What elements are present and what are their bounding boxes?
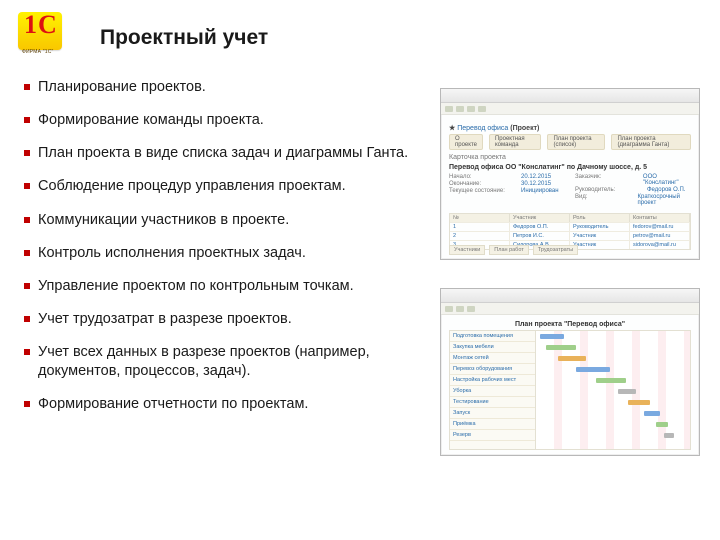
field-row: Руководитель:Федоров О.П. — [575, 187, 691, 193]
tab: План проекта (диаграмма Ганта) — [611, 134, 691, 150]
gantt-bar — [628, 400, 650, 405]
page-title: Проектный учет — [100, 26, 268, 50]
gantt-grid: Подготовка помещенияЗакупка мебелиМонтаж… — [449, 330, 691, 450]
window-toolbar — [441, 103, 699, 115]
bullet-item: Соблюдение процедур управления проектам. — [24, 177, 414, 196]
gantt-bar — [618, 389, 636, 394]
bullet-item: Учет всех данных в разрезе проектов (нап… — [24, 343, 414, 381]
gantt-task: Настройка рабочих мест — [450, 375, 535, 386]
logo-letter: С — [38, 10, 57, 40]
field-row: Вид:Краткосрочный проект — [575, 194, 691, 206]
gantt-bar — [596, 378, 626, 383]
project-heading-name: Перевод офиса — [457, 125, 508, 132]
window-toolbar — [441, 303, 699, 315]
screenshot-project-card: ★ Перевод офиса (Проект) О проекте Проек… — [440, 88, 700, 260]
window-titlebar — [441, 89, 699, 103]
gantt-task: Тестирование — [450, 397, 535, 408]
project-heading: ★ Перевод офиса (Проект) — [449, 124, 691, 132]
gantt-task: Перевоз оборудования — [450, 364, 535, 375]
gantt-bar — [558, 356, 586, 361]
gantt-task: Монтаж сетей — [450, 353, 535, 364]
tab: План проекта (список) — [547, 134, 605, 150]
gantt-task: Резерв — [450, 430, 535, 441]
tab: О проекте — [449, 134, 483, 150]
subheading: Карточка проекта — [449, 154, 691, 161]
bullet-list: Планирование проектов. Формирование кома… — [24, 78, 414, 428]
bullet-item: Коммуникации участников в проекте. — [24, 211, 414, 230]
gantt-task-list: Подготовка помещенияЗакупка мебелиМонтаж… — [450, 331, 536, 449]
project-tabs: О проекте Проектная команда План проекта… — [449, 134, 691, 150]
gantt-bar — [664, 433, 674, 438]
gantt-task: Подготовка помещения — [450, 331, 535, 342]
window-body: ★ Перевод офиса (Проект) О проекте Проек… — [441, 115, 699, 259]
gantt-bar — [546, 345, 576, 350]
gantt-chart-area — [536, 331, 690, 449]
bullet-item: Учет трудозатрат в разрезе проектов. — [24, 310, 414, 329]
bullet-item: Контроль исполнения проектных задач. — [24, 244, 414, 263]
gantt-bar — [540, 334, 564, 339]
gantt-bar — [644, 411, 660, 416]
logo-digit: 1 — [24, 10, 37, 40]
gantt-task: Уборка — [450, 386, 535, 397]
field-row: Заказчик:ООО "Конслатинг" — [575, 174, 691, 186]
gantt-task: Приёмка — [450, 419, 535, 430]
gantt-task: Закупка мебели — [450, 342, 535, 353]
gantt-bar — [576, 367, 610, 372]
logo-1c: 1 С ФИРМА "1С" — [18, 12, 70, 56]
tab: Проектная команда — [489, 134, 542, 150]
bullet-item: Формирование отчетности по проектам. — [24, 395, 414, 414]
bullet-item: Управление проектом по контрольным точка… — [24, 277, 414, 296]
screenshot-gantt: План проекта "Перевод офиса" Подготовка … — [440, 288, 700, 456]
project-heading-suffix: (Проект) — [510, 125, 539, 132]
gantt-bar — [656, 422, 668, 427]
bullet-item: План проекта в виде списка задач и диагр… — [24, 144, 414, 163]
bullet-item: Формирование команды проекта. — [24, 111, 414, 130]
logo-tagline: ФИРМА "1С" — [22, 49, 54, 55]
window-body: План проекта "Перевод офиса" Подготовка … — [441, 315, 699, 455]
gantt-title: План проекта "Перевод офиса" — [449, 321, 691, 328]
project-full-name: Перевод офиса ОО "Конслатинг" по Дачному… — [449, 164, 691, 171]
bullet-item: Планирование проектов. — [24, 78, 414, 97]
bottom-tabs: УчастникиПлан работТрудозатраты — [449, 245, 691, 255]
window-titlebar — [441, 289, 699, 303]
field-row: Текущее состояние:Инициирован — [449, 188, 565, 194]
field-row: Окончание:30.12.2015 — [449, 181, 565, 187]
field-row: Начало:20.12.2015 — [449, 174, 565, 180]
gantt-task: Запуск — [450, 408, 535, 419]
